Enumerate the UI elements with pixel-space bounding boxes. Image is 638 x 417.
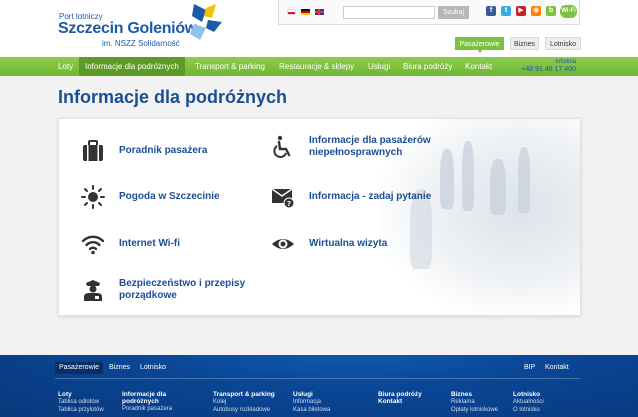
footer-column-transport: Transport & parking Kolej Autobusy rozkł… (213, 391, 275, 413)
infoline: Infolinia +48 91 48 17 400 (521, 58, 576, 74)
main-nav: Loty Informacje dla podróżnych Transport… (0, 57, 638, 76)
nav-item-travel-info[interactable]: Informacje dla podróżnych (79, 57, 185, 76)
nav-item-transport[interactable]: Transport & parking (189, 57, 271, 76)
footer-tab-passengers[interactable]: Pasażerowie (55, 362, 104, 374)
section-tab-passengers[interactable]: Pasażerowie (455, 37, 504, 53)
link-weather[interactable]: Pogoda w Szczecinie (81, 185, 220, 209)
footer-tab-airport[interactable]: Lotnisko (136, 362, 170, 374)
social-links: f t ▶ ◉ b ▤ (486, 6, 571, 16)
nav-item-contact[interactable]: Kontakt (459, 57, 498, 76)
link-ask-question[interactable]: ? Informacja - zadaj pytanie (271, 185, 431, 209)
nav-item-flights[interactable]: Loty (52, 57, 79, 76)
eye-icon (272, 239, 294, 249)
twitter-icon[interactable]: t (501, 6, 511, 16)
page-title: Informacje dla podróżnych (58, 87, 288, 107)
link-virtual-tour[interactable]: Wirtualna wizyta (271, 232, 387, 256)
item-label: Poradnik pasażera (119, 145, 208, 156)
info-panel: Poradnik pasażera Informacje dla pasażer… (58, 118, 581, 316)
flag-en-icon[interactable] (315, 9, 324, 15)
footer-column-services: Usługi Informacja Kasa biletowa (293, 391, 331, 413)
link-security-rules[interactable]: Bezpieczeństwo i przepisy porządkowe (81, 278, 271, 302)
language-switcher (287, 9, 324, 15)
infoline-label: Infolinia (555, 59, 576, 65)
footer-column-airport: Lotnisko Aktualności O lotnisku (513, 391, 544, 413)
footer-column-business: Biznes Reklama Opłaty lotniskowe (451, 391, 499, 413)
item-label: Bezpieczeństwo i przepisy porządkowe (119, 278, 246, 301)
item-label: Informacja - zadaj pytanie (309, 191, 432, 202)
footer-column-travel-agencies: Biura podróży Kontakt (378, 391, 422, 405)
section-tabs: Pasażerowie Biznes Lotnisko (0, 37, 638, 53)
footer-link-bip[interactable]: BIP (520, 362, 539, 374)
wifi-icon (81, 235, 105, 255)
youtube-icon[interactable]: ▶ (516, 6, 526, 16)
nav-item-services[interactable]: Usługi (362, 57, 396, 76)
top-utility-bar: Szukaj f t ▶ ◉ b ▤ Wi-Fi (278, 0, 580, 25)
item-label: Informacje dla pasażerów niepełnosprawny… (309, 135, 431, 158)
search-input[interactable] (343, 6, 435, 19)
footer-link-contact[interactable]: Kontakt (541, 362, 573, 374)
wheelchair-icon (273, 135, 291, 158)
footer: Pasażerowie Biznes Lotnisko BIP Kontakt … (0, 355, 638, 417)
logo-mark-icon (190, 4, 222, 40)
logo-main-text: Szczecin Goleniów (58, 20, 197, 37)
flag-de-icon[interactable] (301, 9, 310, 15)
footer-tab-business[interactable]: Biznes (105, 362, 134, 374)
infoline-phone[interactable]: +48 91 48 17 400 (521, 66, 576, 74)
wifi-badge-icon[interactable]: Wi-Fi (560, 5, 577, 18)
blog-icon[interactable]: b (546, 6, 556, 16)
sun-icon (81, 185, 105, 209)
footer-column-travel-info: Informacje dla podróżnych Poradnik pasaż… (122, 391, 173, 412)
nav-item-travel-agencies[interactable]: Biura podróży (397, 57, 458, 76)
item-label: Pogoda w Szczecinie (119, 191, 220, 202)
rss-icon[interactable]: ◉ (531, 6, 541, 16)
header: Port lotniczy Szczecin Goleniów im. NSZZ… (0, 0, 638, 57)
search-button[interactable]: Szukaj (438, 6, 469, 19)
facebook-icon[interactable]: f (486, 6, 496, 16)
footer-column-flights: Loty Tablica odlotów Tablica przylotów (58, 391, 104, 413)
svg-text:?: ? (287, 200, 291, 208)
footer-divider (55, 378, 580, 379)
mail-question-icon: ? (271, 188, 295, 209)
link-wifi[interactable]: Internet Wi-fi (81, 232, 180, 256)
suitcase-icon (83, 140, 103, 161)
link-disabled-passengers[interactable]: Informacje dla pasażerów niepełnosprawny… (271, 135, 461, 159)
section-tab-business[interactable]: Biznes (510, 37, 539, 50)
nav-item-restaurants[interactable]: Restauracje & sklepy (273, 57, 360, 76)
section-tab-airport[interactable]: Lotnisko (545, 37, 581, 50)
security-officer-icon (84, 280, 102, 301)
item-label: Internet Wi-fi (119, 238, 181, 249)
item-label: Wirtualna wizyta (309, 238, 388, 249)
link-passenger-guide[interactable]: Poradnik pasażera (81, 139, 207, 163)
flag-pl-icon[interactable] (287, 9, 296, 15)
